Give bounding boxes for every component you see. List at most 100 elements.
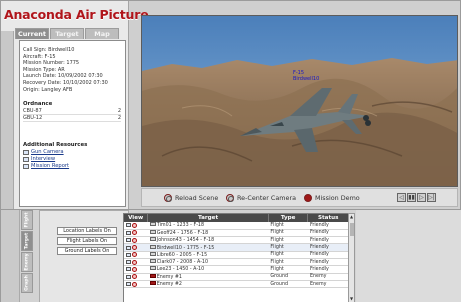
unit-flag-icon xyxy=(149,266,156,271)
target-cell: Clark07 - 2008 - A-10 xyxy=(147,258,269,267)
camera-view-icon[interactable] xyxy=(126,252,131,257)
reload-label: Reload Scene xyxy=(175,194,219,202)
table-row[interactable]: Birdwell10 - 1775 - F-15 Flight Friendly xyxy=(124,243,349,252)
ground-labels-button[interactable]: Ground Labels On xyxy=(57,247,117,255)
table-row[interactable]: Libre60 - 2005 - F-15 Flight Friendly xyxy=(124,251,349,260)
side-tab-flight[interactable]: Flight xyxy=(21,210,33,230)
mission-demo-button[interactable]: Mission Demo xyxy=(304,194,360,202)
target-cell: Birdwell10 - 1775 - F-15 xyxy=(147,243,269,252)
recenter-camera-button[interactable]: Re-Center Camera xyxy=(226,194,296,202)
mission-info-box: Call Sign: Birdwell10 Aircraft: F-15 Mis… xyxy=(19,40,126,207)
play-icon[interactable]: ▷ xyxy=(417,193,426,202)
demo-icon xyxy=(304,194,312,202)
aircraft-callout-name: Birdwell10 xyxy=(293,76,319,82)
scroll-thumb[interactable] xyxy=(350,223,354,236)
side-tab-target[interactable]: Target xyxy=(21,231,33,251)
column-header-type[interactable]: Type xyxy=(268,214,309,222)
tab-target[interactable]: Target xyxy=(50,28,84,39)
column-header-target[interactable]: Target xyxy=(147,214,269,222)
resource-mission-report[interactable]: Mission Report xyxy=(23,163,121,170)
side-tab-enemy[interactable]: Enemy xyxy=(21,252,33,272)
scene-viewport[interactable]: F-15 Birdwell10 xyxy=(141,15,458,187)
status-cell: Friendly xyxy=(307,222,349,230)
target-cell: Geoff24 - 1756 - F-18 xyxy=(147,229,269,238)
view-cell xyxy=(124,243,148,252)
aircraft: Aircraft: F-15 xyxy=(23,53,56,60)
unit-flag-icon xyxy=(149,281,156,286)
status-cell: Friendly xyxy=(307,251,349,260)
rewind-icon[interactable]: ◁ xyxy=(397,193,406,202)
resources-heading: Additional Resources xyxy=(23,142,88,149)
resource-gun-camera[interactable]: Gun Camera xyxy=(23,149,121,156)
location-labels-button[interactable]: Location Labels On xyxy=(57,227,117,235)
view-cell xyxy=(124,258,148,267)
type-cell: Flight xyxy=(268,236,308,245)
scroll-up-icon[interactable]: ▲ xyxy=(349,214,354,220)
target-icon[interactable] xyxy=(132,266,137,272)
tab-map[interactable]: Map xyxy=(85,28,119,39)
status-cell: Friendly xyxy=(307,236,349,245)
target-icon[interactable] xyxy=(132,245,137,251)
table-row[interactable]: Lee23 - 1450 - A-10 Flight Friendly xyxy=(124,265,349,274)
resource-label: Gun Camera xyxy=(31,149,64,156)
table-row[interactable]: Johnson43 - 1454 - F-18 Flight Friendly xyxy=(124,236,349,245)
status-cell: Enemy xyxy=(307,280,349,289)
target-cell: Johnson43 - 1454 - F-18 xyxy=(147,236,269,245)
column-header-view[interactable]: View xyxy=(124,214,149,222)
grid-scrollbar[interactable]: ▲ ▼ xyxy=(348,213,355,302)
type-cell: Flight xyxy=(268,222,308,230)
target-cell: Tim01 - 1233 - F-18 xyxy=(147,222,269,230)
reload-scene-button[interactable]: Reload Scene xyxy=(164,194,218,202)
table-row[interactable]: Enemy #2 Ground Enemy xyxy=(124,280,349,289)
flight-labels-button[interactable]: Flight Labels On xyxy=(57,237,117,245)
ordnance-qty: 2 xyxy=(117,108,121,115)
skip-end-icon[interactable]: ▷| xyxy=(427,193,436,202)
side-tab-graph[interactable]: Graph xyxy=(21,273,33,293)
unit-flag-icon xyxy=(149,251,156,256)
resource-label: Interview xyxy=(31,156,56,163)
target-icon[interactable] xyxy=(132,281,137,287)
ordnance-row: GBU-12 2 xyxy=(23,115,121,123)
target-icon[interactable] xyxy=(132,252,137,258)
recovery-date: Recovery Date: 10/10/2002 07:30 xyxy=(23,79,108,86)
target-cell: Lee23 - 1450 - A-10 xyxy=(147,265,269,274)
camera-view-icon[interactable] xyxy=(126,274,131,279)
target-icon[interactable] xyxy=(132,222,137,228)
camera-view-icon[interactable] xyxy=(126,282,131,287)
target-icon[interactable] xyxy=(132,259,137,265)
resource-interview[interactable]: Interview xyxy=(23,156,121,163)
column-header-status[interactable]: Status xyxy=(307,214,349,222)
view-cell xyxy=(124,251,148,260)
left-edge-strip xyxy=(1,31,14,209)
table-row[interactable]: Geoff24 - 1756 - F-18 Flight Friendly xyxy=(124,229,349,238)
target-grid: View Target Type Status Tim01 - 1233 - F… xyxy=(123,213,350,302)
camera-target-icon xyxy=(226,194,234,202)
scene-render: F-15 Birdwell10 xyxy=(142,16,457,186)
tab-current[interactable]: Current xyxy=(15,28,49,39)
playback-controls: ◁ ▮▮ ▷ ▷| xyxy=(397,193,436,202)
camera-view-icon[interactable] xyxy=(126,230,131,235)
table-row[interactable]: Tim01 - 1233 - F-18 Flight Friendly xyxy=(124,222,349,230)
pause-icon[interactable]: ▮▮ xyxy=(407,193,416,202)
camera-view-icon[interactable] xyxy=(126,260,131,265)
view-cell xyxy=(124,280,148,289)
target-icon[interactable] xyxy=(132,237,137,243)
camera-view-icon[interactable] xyxy=(126,238,131,243)
camera-view-icon[interactable] xyxy=(126,267,131,272)
target-icon[interactable] xyxy=(132,274,137,280)
unit-flag-icon xyxy=(149,237,156,242)
type-cell: Flight xyxy=(268,243,308,252)
type-cell: Ground xyxy=(268,273,308,281)
table-row[interactable]: Clark07 - 2008 - A-10 Flight Friendly xyxy=(124,258,349,267)
type-cell: Flight xyxy=(268,251,308,260)
camera-icon xyxy=(23,150,29,156)
unit-flag-icon xyxy=(149,259,156,264)
camera-view-icon[interactable] xyxy=(126,245,131,250)
target-icon[interactable] xyxy=(132,230,137,236)
bottom-edge-strip xyxy=(1,210,20,302)
status-cell: Friendly xyxy=(307,243,349,252)
camera-view-icon[interactable] xyxy=(126,223,131,228)
mission-type: Mission Type: AR xyxy=(23,66,65,73)
scroll-down-icon[interactable]: ▼ xyxy=(349,296,354,302)
table-row[interactable]: Enemy #1 Ground Enemy xyxy=(124,273,349,281)
